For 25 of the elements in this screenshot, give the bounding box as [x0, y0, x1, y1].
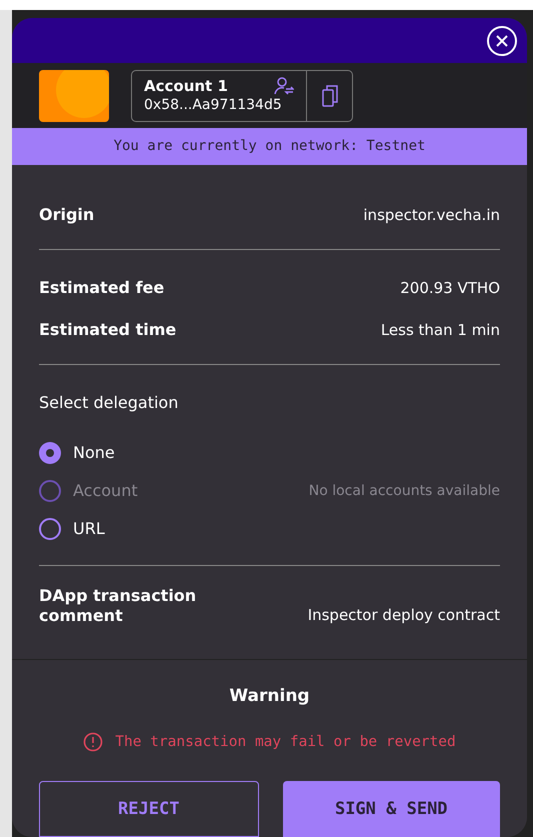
delegation-title: Select delegation [39, 392, 180, 414]
avatar-icon [39, 70, 109, 122]
detail-label: Estimated time [39, 319, 176, 341]
switch-account-icon [274, 76, 294, 94]
detail-value: Less than 1 min [380, 320, 500, 341]
close-icon [495, 34, 509, 48]
sign-and-send-button[interactable]: SIGN & SEND [282, 781, 500, 837]
warning-message: The transaction may fail or be reverted [115, 732, 456, 752]
comment-value: Inspector deploy contract [308, 604, 500, 626]
delegation-radio[interactable]: None [39, 441, 115, 465]
copy-icon [322, 84, 338, 106]
comment-label: DApp transaction comment [39, 586, 198, 626]
delegation-note: No local accounts available [308, 482, 500, 500]
warning-title: Warning [229, 685, 310, 708]
network-banner: You are currently on network: Testnet [12, 128, 527, 165]
delegation-radio[interactable]: URL [39, 517, 105, 541]
account-address: 0x58...Aa971134d5 [144, 96, 283, 114]
detail-label: Origin [39, 204, 94, 226]
detail-value: inspector.vecha.in [363, 204, 500, 226]
detail-value: 200.93 VTHO [400, 278, 500, 299]
close-button[interactable] [487, 26, 517, 56]
reject-button[interactable]: REJECT [39, 781, 258, 837]
alert-icon [83, 732, 104, 752]
detail-label: Estimated fee [39, 277, 164, 299]
account-name: Account 1 [144, 76, 228, 94]
